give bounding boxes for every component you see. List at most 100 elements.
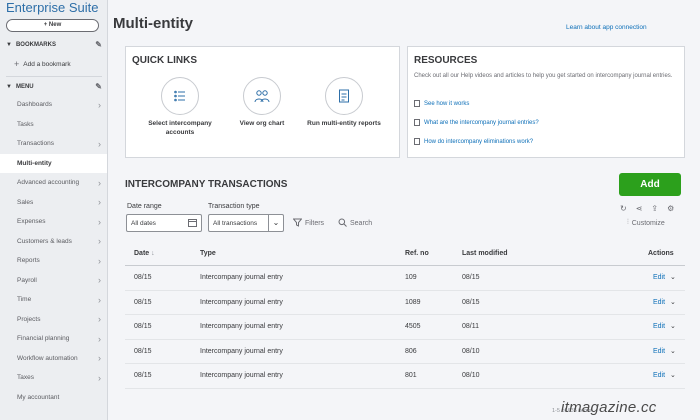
document-icon [414, 119, 420, 126]
sidebar-item-label: Payroll [17, 276, 37, 284]
sidebar-item-reports[interactable]: Reports › [0, 251, 107, 270]
chevron-down-icon[interactable]: ⌄ [670, 298, 676, 306]
cell-type: Intercompany journal entry [200, 298, 283, 306]
sidebar-item-advanced-accounting[interactable]: Advanced accounting › [0, 173, 107, 192]
cell-date: 08/15 [134, 274, 152, 281]
table-row[interactable]: 08/15 Intercompany journal entry 806 08/10 E… [125, 340, 685, 364]
cell-last-modified: 08/10 [462, 347, 480, 355]
chevron-right-icon: › [98, 314, 101, 324]
cell-ref-no: 4505 [405, 323, 421, 330]
table-header: Date ↓ Type Ref. no Last modified Action… [125, 242, 685, 266]
sidebar-item-label: Time [17, 296, 32, 303]
sliders-icon: ⫶ [627, 219, 629, 226]
cell-date: 08/15 [134, 323, 152, 330]
quick-link-run-reports[interactable]: Run multi-entity reports [304, 77, 384, 129]
cell-type: Intercompany journal entry [200, 323, 283, 330]
cell-type: Intercompany journal entry [200, 274, 283, 281]
chevron-right-icon: › [98, 294, 101, 305]
sidebar-item-tasks[interactable]: Tasks [0, 115, 107, 134]
edit-link[interactable]: Edit [653, 299, 665, 306]
sidebar-item-my-accountant[interactable]: My accountant [0, 388, 107, 407]
sidebar: Enterprise Suite + New ▼ BOOKMARKS ✎ + A… [0, 0, 108, 420]
cell-last-modified: 08/15 [462, 298, 480, 306]
bookmarks-header[interactable]: ▼ BOOKMARKS ✎ [6, 40, 102, 49]
chevron-down-icon[interactable]: ⌄ [670, 273, 676, 281]
sidebar-item-sales[interactable]: Sales › [0, 193, 107, 212]
chevron-down-icon[interactable]: ⌄ [670, 347, 676, 355]
sidebar-item-label: Sales [17, 198, 34, 206]
table-row[interactable]: 08/15 Intercompany journal entry 801 08/10 E… [125, 364, 685, 389]
search-input[interactable]: Search [338, 218, 372, 229]
cell-last-modified: 08/15 [462, 274, 480, 281]
new-button[interactable]: + New [6, 19, 99, 32]
quick-link-select-accounts[interactable]: Select intercompany accounts [140, 77, 220, 137]
search-label: Search [350, 220, 373, 227]
sidebar-item-time[interactable]: Time › [0, 290, 107, 309]
sidebar-item-financial-planning[interactable]: Financial planning › [0, 329, 107, 348]
share-icon[interactable]: ⋖ [636, 204, 643, 213]
sidebar-item-label: Expenses [17, 218, 46, 225]
chevron-right-icon: › [98, 255, 101, 266]
sidebar-item-transactions[interactable]: Transactions › [0, 134, 107, 153]
app-title: Enterprise Suite [6, 0, 99, 15]
pencil-icon[interactable]: ✎ [95, 82, 102, 91]
customize-button[interactable]: ⫶ Customize [627, 219, 665, 227]
learn-app-connection-link[interactable]: Learn about app connection [566, 24, 647, 31]
sidebar-item-label: Advanced accounting [17, 179, 80, 186]
resource-link-eliminations[interactable]: How do intercompany eliminations work? [414, 138, 533, 145]
resources-card: RESOURCES Check out all our Help videos … [407, 46, 685, 158]
resources-description: Check out all our Help videos and articl… [414, 73, 673, 79]
table-row[interactable]: 08/15 Intercompany journal entry 109 08/15 E… [125, 266, 685, 291]
cell-ref-no: 109 [405, 274, 417, 281]
edit-link[interactable]: Edit [653, 348, 665, 355]
settings-icon[interactable]: ⚙ [667, 204, 674, 213]
sidebar-item-workflow-automation[interactable]: Workflow automation › [0, 349, 107, 368]
resource-link-journal-entries[interactable]: What are the intercompany journal entrie… [414, 119, 539, 126]
export-icon[interactable]: ⇪ [651, 204, 658, 213]
resource-link-how-it-works[interactable]: See how it works [414, 100, 469, 107]
add-bookmark-link[interactable]: + Add a bookmark [14, 59, 71, 69]
table-body: 08/15 Intercompany journal entry 109 08/15 E… [125, 266, 685, 389]
sidebar-item-label: Customers & leads [17, 237, 72, 245]
edit-link[interactable]: Edit [653, 323, 665, 330]
sidebar-item-dashboards[interactable]: Dashboards › [0, 95, 107, 114]
filters-label: Filters [305, 220, 325, 227]
sidebar-item-multi-entity[interactable]: Multi-entity [0, 153, 107, 173]
filters-button[interactable]: Filters [292, 218, 325, 229]
sidebar-item-payroll[interactable]: Payroll › [0, 271, 107, 290]
sidebar-item-label: Workflow automation [17, 354, 78, 362]
edit-link[interactable]: Edit [653, 372, 665, 379]
chevron-down-icon[interactable]: ⌄ [670, 371, 676, 379]
document-icon [414, 138, 420, 145]
sidebar-item-taxes[interactable]: Taxes › [0, 368, 107, 387]
column-header-date[interactable]: Date ↓ [134, 250, 155, 257]
cell-date: 08/15 [134, 298, 152, 306]
resource-link-label: See how it works [424, 100, 470, 107]
refresh-icon[interactable]: ↻ [620, 204, 627, 213]
table-row[interactable]: 08/15 Intercompany journal entry 4505 08/11… [125, 315, 685, 340]
add-bookmark-label: Add a bookmark [23, 60, 71, 68]
quick-link-org-chart[interactable]: View org chart [222, 77, 302, 129]
edit-link[interactable]: Edit [653, 274, 665, 281]
people-icon [243, 77, 281, 115]
sidebar-item-customers-leads[interactable]: Customers & leads › [0, 232, 107, 251]
menu-header[interactable]: ▼ MENU ✎ [6, 82, 102, 91]
chevron-right-icon: › [98, 177, 101, 188]
date-range-field[interactable]: All dates [126, 214, 202, 232]
sidebar-item-label: Taxes [17, 374, 34, 381]
sidebar-item-projects[interactable]: Projects › [0, 310, 107, 329]
menu-label: MENU [15, 83, 34, 90]
pencil-icon[interactable]: ✎ [95, 40, 102, 49]
chevron-down-icon[interactable]: ⌄ [670, 322, 676, 330]
transactions-table: Date ↓ Type Ref. no Last modified Action… [125, 242, 685, 389]
transaction-type-label: Transaction type [208, 203, 260, 210]
quick-link-label: View org chart [239, 120, 285, 127]
transaction-type-select[interactable]: All transactions ⌄ [208, 214, 284, 232]
table-row[interactable]: 08/15 Intercompany journal entry 1089 08/15… [125, 291, 685, 315]
add-button[interactable]: Add [619, 173, 681, 196]
column-header-type: Type [200, 250, 216, 257]
cell-last-modified: 08/11 [462, 323, 479, 330]
cell-date: 08/15 [134, 347, 152, 355]
sidebar-item-expenses[interactable]: Expenses › [0, 212, 107, 231]
page-title: Multi-entity [113, 15, 193, 32]
